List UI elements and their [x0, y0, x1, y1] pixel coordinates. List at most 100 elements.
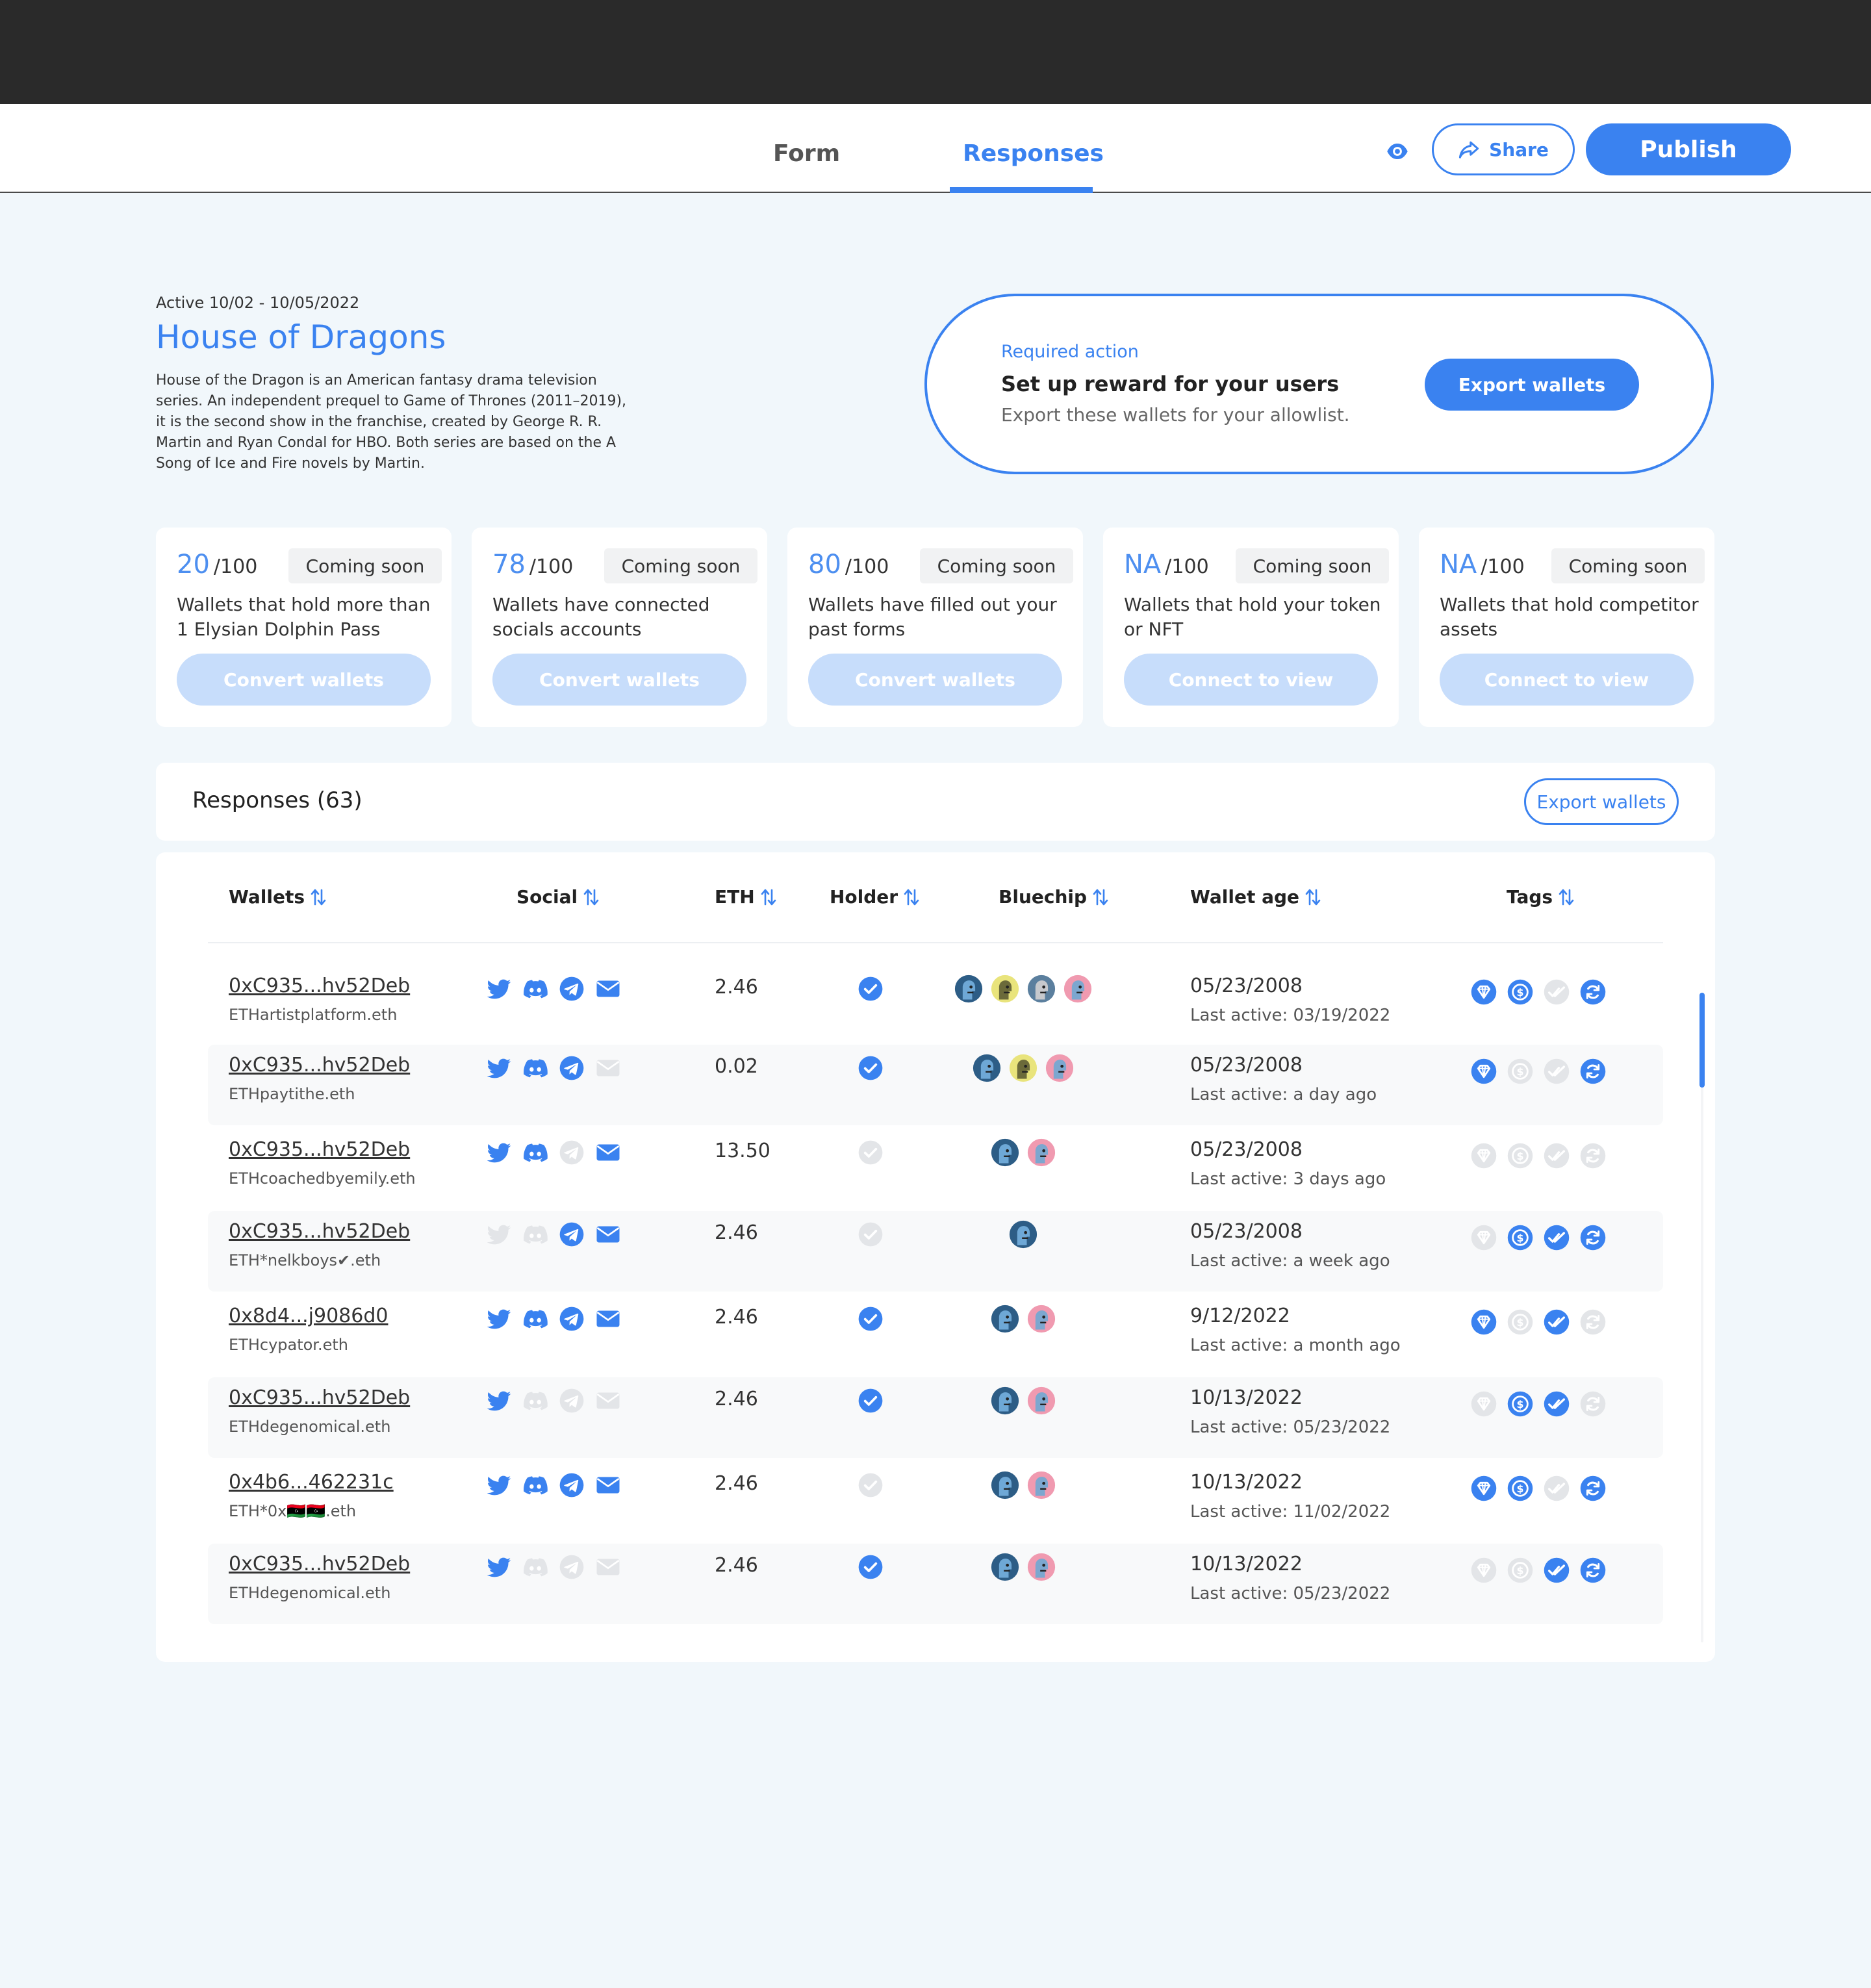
double-check-icon[interactable]	[1543, 1308, 1570, 1336]
discord-icon[interactable]	[522, 1140, 548, 1166]
bluechip-avatar-icon[interactable]	[991, 975, 1019, 1003]
bluechip-avatar-icon[interactable]	[1045, 1054, 1074, 1082]
double-check-icon[interactable]	[1543, 1390, 1570, 1418]
discord-icon[interactable]	[522, 1388, 548, 1414]
table-row[interactable]: 0xC935...hv52Deb ETHdegenomical.eth 2.46 10…	[208, 1544, 1663, 1624]
preview-eye-icon[interactable]	[1386, 140, 1409, 163]
tab-form[interactable]: Form	[773, 140, 840, 167]
double-check-icon[interactable]	[1543, 1475, 1570, 1502]
scrollbar-thumb[interactable]	[1699, 993, 1705, 1088]
twitter-icon[interactable]	[486, 1554, 512, 1580]
sort-icon[interactable]	[760, 887, 777, 907]
dollar-icon[interactable]: $	[1507, 1475, 1534, 1502]
stat-action-button[interactable]: Convert wallets	[492, 654, 746, 706]
sort-icon[interactable]	[1305, 887, 1321, 907]
telegram-icon[interactable]	[559, 1221, 585, 1247]
publish-button[interactable]: Publish	[1586, 123, 1791, 175]
bluechip-avatar-icon[interactable]	[1027, 1386, 1056, 1415]
bluechip-avatar-icon[interactable]	[1027, 1138, 1056, 1167]
dollar-icon[interactable]: $	[1507, 1224, 1534, 1251]
wallet-address-link[interactable]: 0x8d4...j9086d0	[229, 1305, 388, 1327]
double-check-icon[interactable]	[1543, 1224, 1570, 1251]
twitter-icon[interactable]	[486, 1306, 512, 1332]
diamond-icon[interactable]	[1470, 1224, 1497, 1251]
dollar-icon[interactable]: $	[1507, 1390, 1534, 1418]
bluechip-avatar-icon[interactable]	[991, 1553, 1019, 1581]
dollar-icon[interactable]: $	[1507, 1058, 1534, 1085]
email-icon[interactable]	[595, 1472, 621, 1498]
column-header-bluechip[interactable]: Bluechip	[999, 886, 1109, 908]
email-icon[interactable]	[595, 1140, 621, 1166]
email-icon[interactable]	[595, 976, 621, 1002]
discord-icon[interactable]	[522, 976, 548, 1002]
bluechip-avatar-icon[interactable]	[991, 1138, 1019, 1167]
sort-icon[interactable]	[583, 887, 600, 907]
table-row[interactable]: 0xC935...hv52Deb ETHpaytithe.eth 0.02 05/23…	[208, 1045, 1663, 1125]
diamond-icon[interactable]	[1470, 1390, 1497, 1418]
wallet-address-link[interactable]: 0xC935...hv52Deb	[229, 1553, 410, 1575]
bluechip-avatar-icon[interactable]	[1027, 1471, 1056, 1499]
refresh-icon[interactable]	[1579, 1557, 1607, 1584]
discord-icon[interactable]	[522, 1221, 548, 1247]
email-icon[interactable]	[595, 1388, 621, 1414]
table-row[interactable]: 0xC935...hv52Deb ETHcoachedbyemily.eth 13.…	[208, 1129, 1663, 1210]
sort-icon[interactable]	[1558, 887, 1575, 907]
responses-export-wallets-button[interactable]: Export wallets	[1524, 778, 1679, 825]
discord-icon[interactable]	[522, 1055, 548, 1081]
discord-icon[interactable]	[522, 1554, 548, 1580]
column-header-wallet-age[interactable]: Wallet age	[1190, 886, 1321, 908]
column-header-holder[interactable]: Holder	[830, 886, 920, 908]
bluechip-avatar-icon[interactable]	[1009, 1054, 1037, 1082]
telegram-icon[interactable]	[559, 1554, 585, 1580]
dollar-icon[interactable]: $	[1507, 978, 1534, 1006]
bluechip-avatar-icon[interactable]	[1027, 1305, 1056, 1333]
refresh-icon[interactable]	[1579, 1142, 1607, 1169]
wallet-address-link[interactable]: 0x4b6...462231c	[229, 1471, 394, 1494]
bluechip-avatar-icon[interactable]	[1009, 1220, 1037, 1249]
wallet-address-link[interactable]: 0xC935...hv52Deb	[229, 1054, 410, 1077]
bluechip-avatar-icon[interactable]	[973, 1054, 1001, 1082]
bluechip-avatar-icon[interactable]	[991, 1305, 1019, 1333]
telegram-icon[interactable]	[559, 1306, 585, 1332]
bluechip-avatar-icon[interactable]	[1063, 975, 1092, 1003]
twitter-icon[interactable]	[486, 1221, 512, 1247]
discord-icon[interactable]	[522, 1472, 548, 1498]
telegram-icon[interactable]	[559, 1472, 585, 1498]
double-check-icon[interactable]	[1543, 1142, 1570, 1169]
telegram-icon[interactable]	[559, 1140, 585, 1166]
twitter-icon[interactable]	[486, 976, 512, 1002]
table-row[interactable]: 0xC935...hv52Deb ETHartistplatform.eth 2.4…	[208, 965, 1663, 1046]
email-icon[interactable]	[595, 1554, 621, 1580]
refresh-icon[interactable]	[1579, 978, 1607, 1006]
refresh-icon[interactable]	[1579, 1308, 1607, 1336]
table-row[interactable]: 0xC935...hv52Deb ETH*nelkboys✔.eth 2.46 05/…	[208, 1211, 1663, 1292]
column-header-eth[interactable]: ETH	[715, 886, 777, 908]
table-row[interactable]: 0xC935...hv52Deb ETHdegenomical.eth 2.46 10…	[208, 1377, 1663, 1458]
discord-icon[interactable]	[522, 1306, 548, 1332]
refresh-icon[interactable]	[1579, 1390, 1607, 1418]
email-icon[interactable]	[595, 1221, 621, 1247]
sort-icon[interactable]	[310, 887, 327, 907]
email-icon[interactable]	[595, 1055, 621, 1081]
twitter-icon[interactable]	[486, 1472, 512, 1498]
bluechip-avatar-icon[interactable]	[954, 975, 983, 1003]
twitter-icon[interactable]	[486, 1388, 512, 1414]
stat-action-button[interactable]: Convert wallets	[177, 654, 431, 706]
refresh-icon[interactable]	[1579, 1224, 1607, 1251]
dollar-icon[interactable]: $	[1507, 1142, 1534, 1169]
column-header-tags[interactable]: Tags	[1507, 886, 1575, 908]
diamond-icon[interactable]	[1470, 1058, 1497, 1085]
double-check-icon[interactable]	[1543, 978, 1570, 1006]
twitter-icon[interactable]	[486, 1055, 512, 1081]
dollar-icon[interactable]: $	[1507, 1308, 1534, 1336]
telegram-icon[interactable]	[559, 1055, 585, 1081]
stat-action-button[interactable]: Connect to view	[1440, 654, 1694, 706]
telegram-icon[interactable]	[559, 1388, 585, 1414]
sort-icon[interactable]	[1092, 887, 1109, 907]
dollar-icon[interactable]: $	[1507, 1557, 1534, 1584]
export-wallets-button[interactable]: Export wallets	[1425, 359, 1639, 411]
tab-responses[interactable]: Responses	[963, 140, 1104, 167]
bluechip-avatar-icon[interactable]	[991, 1386, 1019, 1415]
bluechip-avatar-icon[interactable]	[1027, 975, 1056, 1003]
table-row[interactable]: 0x4b6...462231c ETH*0x🇱🇾🇱🇾.eth 2.46 10/13/2…	[208, 1462, 1663, 1542]
